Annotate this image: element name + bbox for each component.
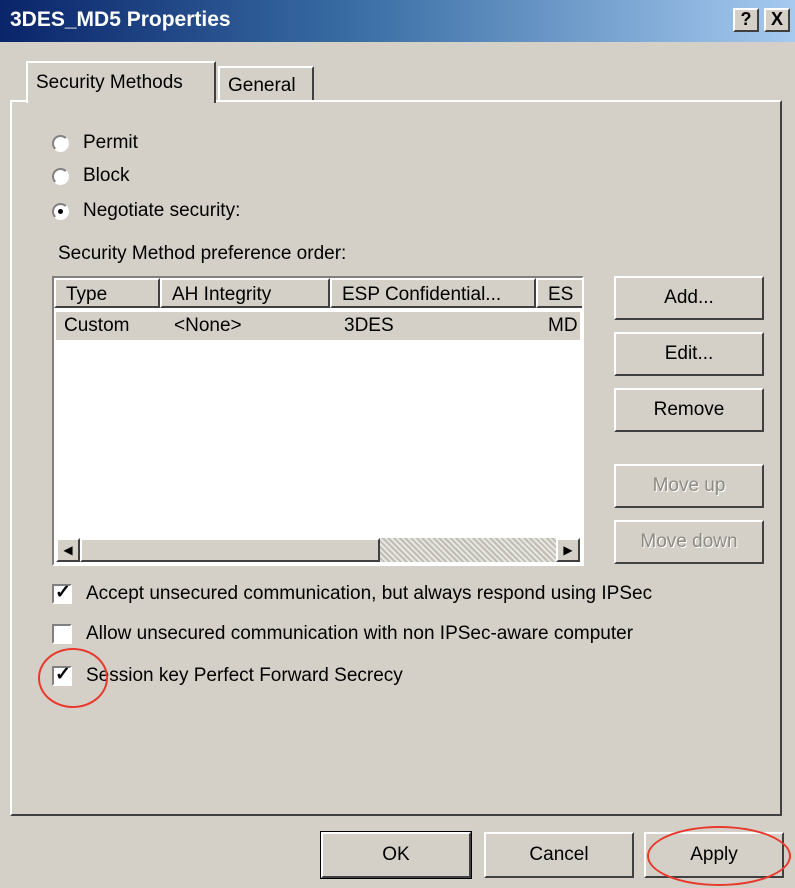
checkbox-label: Allow unsecured communication with non I…: [86, 623, 634, 644]
allow-unsecured-checkbox[interactable]: Allow unsecured communication with non I…: [52, 621, 633, 647]
ok-button[interactable]: OK: [320, 831, 472, 879]
close-icon[interactable]: X: [764, 8, 790, 32]
table-row[interactable]: Custom <None> 3DES MD: [56, 312, 580, 340]
security-methods-list[interactable]: Type AH Integrity ESP Confidential... ES…: [52, 276, 584, 566]
radio-label: Block: [83, 165, 130, 186]
annotation-circle: [38, 648, 108, 708]
title-bar[interactable]: 3DES_MD5 Properties ? X: [0, 0, 795, 42]
radio-label: Negotiate security:: [83, 200, 241, 221]
radio-negotiate-security[interactable]: Negotiate security:: [52, 198, 240, 224]
edit-button[interactable]: Edit...: [614, 332, 764, 376]
move-down-button[interactable]: Move down: [614, 520, 764, 564]
radio-button[interactable]: [52, 202, 69, 220]
column-header-ah-integrity[interactable]: AH Integrity: [160, 278, 330, 308]
checkbox[interactable]: ✓: [52, 582, 72, 604]
checkbox-label: Session key Perfect Forward Secrecy: [86, 665, 403, 686]
preference-order-label: Security Method preference order:: [58, 243, 347, 264]
radio-button[interactable]: [52, 134, 69, 152]
cell-esp-integrity: MD: [548, 315, 578, 336]
tab-security-methods[interactable]: Security Methods: [26, 61, 216, 103]
window-title: 3DES_MD5 Properties: [10, 8, 231, 31]
cell-type: Custom: [64, 315, 130, 336]
radio-button[interactable]: [52, 167, 69, 185]
tab-general[interactable]: General: [218, 66, 314, 102]
scroll-right-icon[interactable]: ▶: [556, 538, 580, 562]
help-icon[interactable]: ?: [733, 8, 759, 32]
column-header-esp-confidentiality[interactable]: ESP Confidential...: [330, 278, 536, 308]
list-header: Type AH Integrity ESP Confidential... ES: [54, 278, 582, 308]
column-header-type[interactable]: Type: [54, 278, 160, 308]
scroll-left-icon[interactable]: ◀: [56, 538, 80, 562]
column-header-esp-integrity[interactable]: ES: [536, 278, 582, 308]
accept-unsecured-checkbox[interactable]: ✓ Accept unsecured communication, but al…: [52, 581, 652, 607]
radio-block[interactable]: Block: [52, 163, 129, 189]
radio-label: Permit: [83, 132, 138, 153]
checkbox[interactable]: [52, 624, 72, 644]
cell-ah-integrity: <None>: [174, 315, 242, 336]
cancel-button[interactable]: Cancel: [484, 832, 634, 878]
checkbox-label: Accept unsecured communication, but alwa…: [86, 583, 653, 604]
add-button[interactable]: Add...: [614, 276, 764, 320]
annotation-circle: [647, 826, 791, 886]
checkmark-icon: ✓: [55, 582, 71, 603]
cell-esp-confidentiality: 3DES: [344, 315, 394, 336]
scrollbar-thumb[interactable]: [80, 538, 380, 562]
radio-permit[interactable]: Permit: [52, 130, 138, 156]
horizontal-scrollbar[interactable]: ◀ ▶: [56, 538, 580, 562]
move-up-button[interactable]: Move up: [614, 464, 764, 508]
remove-button[interactable]: Remove: [614, 388, 764, 432]
